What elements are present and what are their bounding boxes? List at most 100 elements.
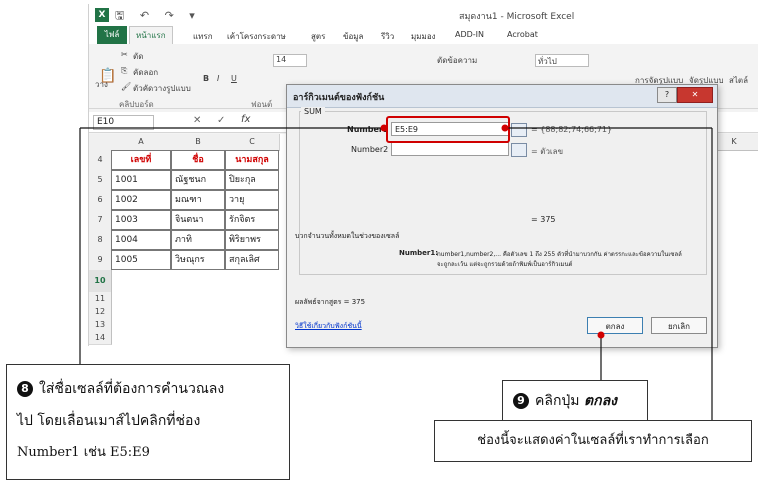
data-cell[interactable]: รักจิตร xyxy=(225,210,279,230)
data-cell[interactable]: 1004 xyxy=(111,230,171,250)
dialog-title-bar: อาร์กิวเมนต์ของฟังก์ชัน ? ✕ xyxy=(287,85,717,108)
step8-line1: ใส่ชื่อเซลล์ที่ต้องการคำนวณลง xyxy=(39,381,225,397)
number-format-select[interactable]: ทั่วไป xyxy=(535,54,589,67)
row-header-active[interactable]: 10 xyxy=(89,270,112,293)
cell-styles-button[interactable]: สไตล์ xyxy=(729,74,748,87)
wrap-text-button[interactable]: ตัดข้อความ xyxy=(437,54,477,67)
paste-label[interactable]: วาง xyxy=(95,78,108,91)
result-callout: ช่องนี้จะแสดงค่าในเซลล์ที่เราทำการเลือก xyxy=(434,420,752,462)
function-name: SUM xyxy=(301,107,325,116)
cut-icon[interactable]: ✂ xyxy=(121,50,128,59)
insert-function-icon[interactable]: fx xyxy=(241,114,250,125)
step9-text: คลิกปุ่ม xyxy=(535,393,580,409)
tab-file[interactable]: ไฟล์ xyxy=(97,26,127,44)
step8-line2: ไป โดยเลื่อนเมาส์ไปคลิกที่ช่อง xyxy=(17,413,201,429)
data-cell[interactable]: สกุลเลิศ xyxy=(225,250,279,270)
function-description: บวกจำนวนทั้งหมดในช่วงของเซลล์ xyxy=(295,232,400,240)
format-painter-icon[interactable]: 🖌 xyxy=(121,82,131,91)
step9-number-badge: 9 xyxy=(513,393,529,409)
data-cell[interactable]: จินตนา xyxy=(171,210,225,230)
window-title: สมุดงาน1 - Microsoft Excel xyxy=(459,12,575,22)
tab-formulas[interactable]: สูตร xyxy=(311,30,325,43)
quick-access-toolbar[interactable]: 🖫 ↶ ↷ ▾ xyxy=(115,7,201,26)
data-cell[interactable]: 1005 xyxy=(111,250,171,270)
data-cell[interactable]: ภาทิ xyxy=(171,230,225,250)
cut-button[interactable]: ตัด xyxy=(133,50,143,63)
row-header[interactable]: 8 xyxy=(89,230,112,251)
row-header[interactable]: 12 xyxy=(89,305,112,319)
tab-data[interactable]: ข้อมูล xyxy=(343,30,363,43)
cancel-button[interactable]: ยกเลิก xyxy=(651,317,707,334)
column-header-a[interactable]: A xyxy=(111,134,172,151)
help-link[interactable]: วิธีใช้เกี่ยวกับฟังก์ชันนี้ xyxy=(295,321,362,332)
clipboard-group-label: คลิปบอร์ด xyxy=(119,100,154,109)
close-button[interactable]: ✕ xyxy=(677,87,713,103)
data-cell[interactable]: ปิยะกุล xyxy=(225,170,279,190)
tab-insert[interactable]: แทรก xyxy=(193,30,213,43)
argument-help-line1: number1,number2,... คือตัวเลข 1 ถึง 255 … xyxy=(437,251,682,258)
tab-home[interactable]: หน้าแรก xyxy=(129,26,173,44)
row-header[interactable]: 9 xyxy=(89,250,112,271)
header-cell-surname[interactable]: นามสกุล xyxy=(225,150,279,170)
number1-result: = {88;82;74;66;71} xyxy=(531,125,613,134)
step8-number-badge: 8 xyxy=(17,381,33,397)
row-header[interactable]: 4 xyxy=(89,150,112,171)
number2-result: = ตัวเลข xyxy=(531,147,564,156)
number2-input[interactable] xyxy=(391,142,509,156)
step8-line1-row: 8 ใส่ชื่อเซลล์ที่ต้องการคำนวณลง xyxy=(17,373,279,405)
column-header-c[interactable]: C xyxy=(225,134,280,151)
data-cell[interactable]: วิษณุกร xyxy=(171,250,225,270)
argument-name: Number1: xyxy=(399,249,439,257)
font-group-label: ฟอนต์ xyxy=(251,100,273,109)
row-header[interactable]: 6 xyxy=(89,190,112,211)
help-button[interactable]: ? xyxy=(657,87,677,103)
number1-highlight-box xyxy=(386,116,510,143)
row-header[interactable]: 13 xyxy=(89,318,112,332)
data-cell[interactable]: ณัฐชนก xyxy=(171,170,225,190)
formula-result: ผลลัพธ์จากสูตร = 375 xyxy=(295,298,366,306)
total-result: = 375 xyxy=(531,215,556,224)
header-cell-number[interactable]: เลขที่ xyxy=(111,150,171,170)
data-cell[interactable]: พิริยาพร xyxy=(225,230,279,250)
format-painter-button[interactable]: ตัวคัดวางรูปแบบ xyxy=(133,82,191,95)
tab-view[interactable]: มุมมอง xyxy=(411,30,436,43)
italic-button[interactable]: I xyxy=(217,74,219,83)
formula-cancel-icon[interactable]: ✕ xyxy=(193,115,201,126)
copy-button[interactable]: คัดลอก xyxy=(133,66,158,79)
step9-ok-text: ตกลง xyxy=(584,393,617,409)
select-all-corner[interactable] xyxy=(89,134,112,151)
copy-icon[interactable]: ⎘ xyxy=(121,66,127,76)
ribbon-tabs: ไฟล์ หน้าแรก แทรก เค้าโครงกระดาษ สูตร ข้… xyxy=(89,26,758,44)
dialog-title: อาร์กิวเมนต์ของฟังก์ชัน xyxy=(293,93,385,103)
formula-enter-icon[interactable]: ✓ xyxy=(217,115,225,126)
step9-callout: 9 คลิกปุ่ม ตกลง xyxy=(502,380,648,422)
excel-logo-icon: X xyxy=(95,8,109,22)
tab-add-in[interactable]: ADD-IN xyxy=(455,30,484,39)
collapse-dialog-icon[interactable] xyxy=(511,143,527,157)
data-cell[interactable]: 1002 xyxy=(111,190,171,210)
underline-button[interactable]: U xyxy=(231,74,237,83)
step8-line3: Number1 เช่น E5:E9 xyxy=(17,445,150,460)
tab-acrobat[interactable]: Acrobat xyxy=(507,30,538,39)
tab-page-layout[interactable]: เค้าโครงกระดาษ xyxy=(227,30,286,43)
row-header[interactable]: 14 xyxy=(89,331,112,345)
data-cell[interactable]: วายุ xyxy=(225,190,279,210)
row-header[interactable]: 11 xyxy=(89,292,112,306)
column-header-b[interactable]: B xyxy=(171,134,226,151)
collapse-dialog-icon[interactable] xyxy=(511,123,527,137)
step8-callout: 8 ใส่ชื่อเซลล์ที่ต้องการคำนวณลง ไป โดยเลื… xyxy=(6,364,290,480)
number1-label: Number1 xyxy=(347,125,389,134)
number2-label: Number2 xyxy=(351,145,389,154)
title-bar: X 🖫 ↶ ↷ ▾ สมุดงาน1 - Microsoft Excel xyxy=(89,4,758,26)
tab-review[interactable]: รีวิว xyxy=(381,30,394,43)
font-size-select[interactable]: 14 xyxy=(273,54,307,67)
bold-button[interactable]: B xyxy=(203,74,209,83)
data-cell[interactable]: 1003 xyxy=(111,210,171,230)
header-cell-name[interactable]: ชื่อ xyxy=(171,150,225,170)
data-cell[interactable]: 1001 xyxy=(111,170,171,190)
data-cell[interactable]: มณฑา xyxy=(171,190,225,210)
ok-button[interactable]: ตกลง xyxy=(587,317,643,334)
name-box[interactable]: E10 xyxy=(93,115,154,130)
row-header[interactable]: 5 xyxy=(89,170,112,191)
row-header[interactable]: 7 xyxy=(89,210,112,231)
